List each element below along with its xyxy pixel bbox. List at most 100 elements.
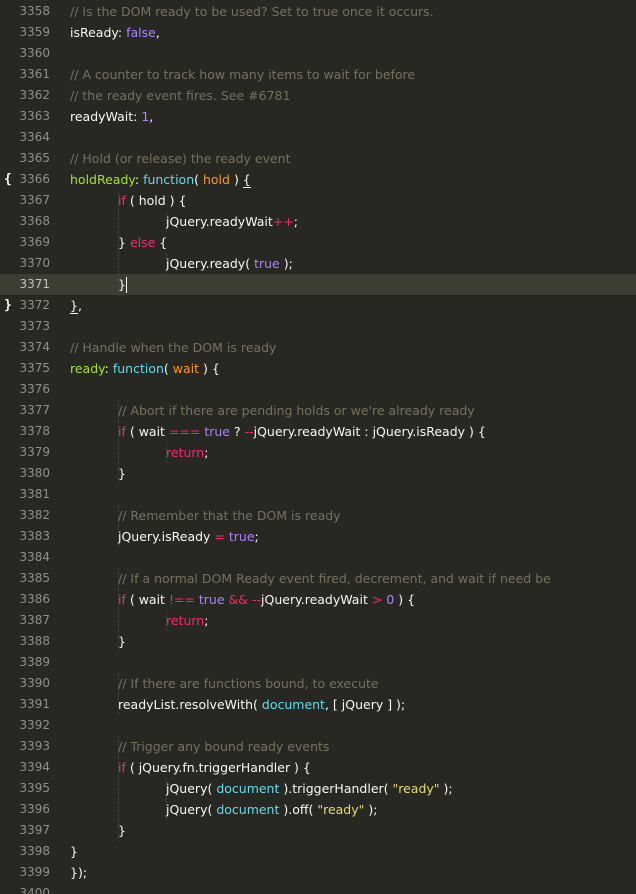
code-text[interactable]: // A counter to track how many items to … <box>70 64 415 85</box>
code-text[interactable]: } else { <box>118 232 167 253</box>
code-line[interactable]: 3389 <box>0 652 636 673</box>
code-line[interactable]: 3383 jQuery.isReady = true; <box>0 526 636 547</box>
code-token: // Is the DOM ready to be used? Set to t… <box>70 4 434 19</box>
code-line[interactable]: 3399}); <box>0 862 636 883</box>
code-text[interactable]: holdReady: function( hold ) { <box>70 169 251 190</box>
fold-open-marker[interactable]: { <box>4 169 14 190</box>
code-line[interactable]: 3379 return; <box>0 442 636 463</box>
code-line[interactable]: 3384 <box>0 547 636 568</box>
code-line[interactable]: 3397} <box>0 820 636 841</box>
code-token: , <box>149 109 154 124</box>
code-text[interactable]: jQuery.ready( true ); <box>166 253 293 274</box>
line-number: 3369 <box>19 235 50 249</box>
code-text[interactable]: return; <box>166 442 208 463</box>
code-line[interactable]: 3358 // Is the DOM ready to be used? Set … <box>0 1 636 22</box>
code-line[interactable]: 3365 // Hold (or release) the ready event <box>0 148 636 169</box>
code-text[interactable]: // Is the DOM ready to be used? Set to t… <box>70 1 434 22</box>
code-text[interactable]: if ( wait === true ? --jQuery.readyWait … <box>118 421 486 442</box>
code-line[interactable]: 3385 // If a normal DOM Ready event fired… <box>0 568 636 589</box>
code-line[interactable]: 3394 if ( jQuery.fn.triggerHandler ) { <box>0 757 636 778</box>
code-line[interactable]: 3359 isReady: false, <box>0 22 636 43</box>
code-line[interactable]: 3375 ready: function( wait ) { <box>0 358 636 379</box>
code-text[interactable]: if ( wait !== true && --jQuery.readyWait… <box>118 589 415 610</box>
code-line[interactable]: 3388} <box>0 631 636 652</box>
code-text[interactable]: }); <box>70 862 87 883</box>
indent-guide <box>118 442 119 463</box>
code-token: } <box>70 844 78 859</box>
code-line[interactable]: 3361 // A counter to track how many items… <box>0 64 636 85</box>
code-text[interactable]: jQuery( document ).triggerHandler( "read… <box>166 778 453 799</box>
code-text[interactable]: } <box>118 631 126 652</box>
code-line[interactable]: 3387 return; <box>0 610 636 631</box>
code-text[interactable]: if ( jQuery.fn.triggerHandler ) { <box>118 757 311 778</box>
code-line[interactable]: 3376 <box>0 379 636 400</box>
code-line[interactable]: 3367 if ( hold ) { <box>0 190 636 211</box>
code-line[interactable]: 3360 <box>0 43 636 64</box>
line-number: 3358 <box>19 4 50 18</box>
code-line[interactable]: 3398} <box>0 841 636 862</box>
code-text[interactable]: if ( hold ) { <box>118 190 186 211</box>
code-editor[interactable]: 3358 // Is the DOM ready to be used? Set … <box>0 0 636 894</box>
code-token: ; <box>204 445 209 460</box>
code-text[interactable]: // If there are functions bound, to exec… <box>118 673 379 694</box>
code-line[interactable]: 3373 <box>0 316 636 337</box>
code-line[interactable]: } 3372}, <box>0 295 636 316</box>
code-text[interactable]: // Trigger any bound ready events <box>118 736 329 757</box>
code-line[interactable]: 3364 <box>0 127 636 148</box>
code-token: } <box>70 298 78 314</box>
code-token: , [ jQuery ] ); <box>324 697 406 712</box>
code-text[interactable]: // the ready event fires. See #6781 <box>70 85 290 106</box>
code-token: > <box>371 592 383 607</box>
code-text[interactable]: // Hold (or release) the ready event <box>70 148 291 169</box>
code-text[interactable]: ready: function( wait ) { <box>70 358 220 379</box>
code-token: : <box>134 172 144 187</box>
code-line[interactable]: 3391 readyList.resolveWith( document, [ j… <box>0 694 636 715</box>
line-number: 3384 <box>19 550 50 564</box>
code-line[interactable]: {3366 holdReady: function( hold ) { <box>0 169 636 190</box>
code-line[interactable]: 3395 jQuery( document ).triggerHandler( "… <box>0 778 636 799</box>
code-line[interactable]: 3381 <box>0 484 636 505</box>
code-line[interactable]: 3390 // If there are functions bound, to … <box>0 673 636 694</box>
code-line[interactable]: 3377 // Abort if there are pending holds … <box>0 400 636 421</box>
code-text[interactable]: } <box>118 274 127 295</box>
code-token: false <box>126 25 156 40</box>
code-text[interactable]: return; <box>166 610 208 631</box>
code-text[interactable]: jQuery( document ).off( "ready" ); <box>166 799 377 820</box>
code-line[interactable]: 3362 // the ready event fires. See #6781 <box>0 85 636 106</box>
line-number: 3381 <box>19 487 50 501</box>
code-line[interactable]: 3363 readyWait: 1, <box>0 106 636 127</box>
code-token: true <box>228 529 255 544</box>
code-line[interactable]: 3369 } else { <box>0 232 636 253</box>
code-token: ( <box>194 172 203 187</box>
code-text[interactable]: readyList.resolveWith( document, [ jQuer… <box>118 694 405 715</box>
code-line[interactable]: 3378 if ( wait === true ? --jQuery.readyW… <box>0 421 636 442</box>
code-text[interactable]: // Abort if there are pending holds or w… <box>118 400 475 421</box>
code-token: else <box>129 235 156 250</box>
code-line[interactable]: 3393 // Trigger any bound ready events <box>0 736 636 757</box>
code-line[interactable]: 3368 jQuery.readyWait++; <box>0 211 636 232</box>
fold-close-marker[interactable]: } <box>4 295 14 316</box>
code-text[interactable]: // Remember that the DOM is ready <box>118 505 341 526</box>
code-line[interactable]: 3380} <box>0 463 636 484</box>
code-line[interactable]: 3386 if ( wait !== true && --jQuery.ready… <box>0 589 636 610</box>
code-line[interactable]: 3370 jQuery.ready( true ); <box>0 253 636 274</box>
code-line[interactable]: 3400 <box>0 883 636 894</box>
code-text[interactable]: } <box>118 820 126 841</box>
code-text[interactable]: // If a normal DOM Ready event fired, de… <box>118 568 551 589</box>
code-line[interactable]: 3392 <box>0 715 636 736</box>
line-number: 3362 <box>19 88 50 102</box>
code-text[interactable]: // Handle when the DOM is ready <box>70 337 276 358</box>
code-line[interactable]: 3371} <box>0 274 636 295</box>
code-text[interactable]: readyWait: 1, <box>70 106 153 127</box>
code-line[interactable]: 3382 // Remember that the DOM is ready <box>0 505 636 526</box>
code-text[interactable]: } <box>118 463 126 484</box>
line-number: 3399 <box>19 865 50 879</box>
code-text[interactable]: } <box>70 841 78 862</box>
code-text[interactable]: isReady: false, <box>70 22 160 43</box>
code-token: // Hold (or release) the ready event <box>70 151 291 166</box>
code-text[interactable]: }, <box>70 295 82 316</box>
code-line[interactable]: 3396 jQuery( document ).off( "ready" ); <box>0 799 636 820</box>
code-line[interactable]: 3374 // Handle when the DOM is ready <box>0 337 636 358</box>
code-text[interactable]: jQuery.readyWait++; <box>166 211 298 232</box>
code-text[interactable]: jQuery.isReady = true; <box>118 526 259 547</box>
